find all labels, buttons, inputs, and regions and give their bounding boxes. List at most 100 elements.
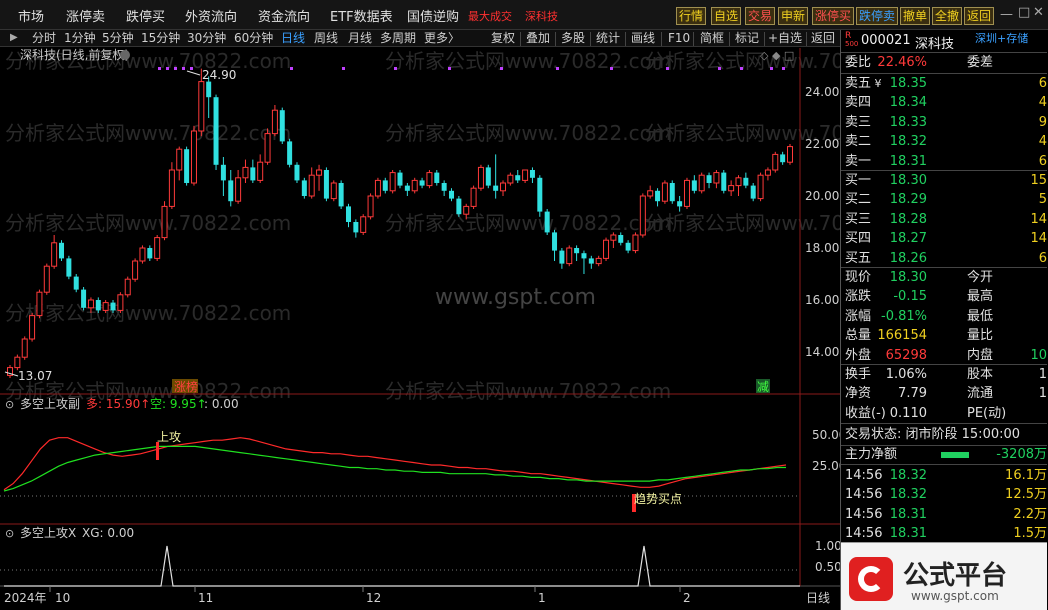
bids-row[interactable]: 买五 18.26 6 xyxy=(845,250,1047,268)
asks-row[interactable]: 卖四 18.34 4 xyxy=(845,94,1047,112)
candle-body[interactable] xyxy=(66,258,72,277)
candle-body[interactable] xyxy=(250,167,256,181)
candle-body[interactable] xyxy=(345,206,351,222)
candle-body[interactable] xyxy=(552,232,558,251)
candle-body[interactable] xyxy=(14,356,21,369)
menu-item-max-turnover[interactable]: 最大成交 xyxy=(468,8,512,24)
play-icon[interactable]: ▶ xyxy=(10,32,18,43)
candle-body[interactable] xyxy=(139,247,146,262)
candle-body[interactable] xyxy=(147,248,153,259)
candle-body[interactable] xyxy=(485,167,491,186)
overlay-button[interactable]: 叠加 xyxy=(526,30,550,47)
asks-row[interactable]: 卖三 18.33 9 xyxy=(845,114,1047,132)
candle-body[interactable] xyxy=(743,177,749,186)
tab-period-5min[interactable]: 5分钟 xyxy=(102,30,134,47)
candle-body[interactable] xyxy=(161,205,168,239)
adjust-button[interactable]: 复权 xyxy=(491,30,515,47)
bids-row[interactable]: 买四 18.27 14 xyxy=(845,230,1047,248)
candle-body[interactable] xyxy=(537,177,543,212)
menu-item-limit-up-sell[interactable]: 涨停卖 xyxy=(66,6,105,25)
menu-item-limit-down-buy[interactable]: 跌停买 xyxy=(126,6,165,25)
candle-body[interactable] xyxy=(588,258,594,264)
bids-row[interactable]: 买二 18.29 5 xyxy=(845,191,1047,209)
bids-row[interactable]: 买三 18.28 14 xyxy=(845,211,1047,229)
candle-body[interactable] xyxy=(367,195,374,218)
candle-body[interactable] xyxy=(330,182,337,200)
indicator2-name[interactable]: 多空上攻X xyxy=(20,526,76,540)
quote-button[interactable]: 行情 xyxy=(676,7,707,25)
candle-body[interactable] xyxy=(463,205,470,215)
candle-body[interactable] xyxy=(353,222,359,233)
cancel-order-button[interactable]: 撤单 xyxy=(900,7,931,25)
candle-body[interactable] xyxy=(220,164,226,181)
candle-body[interactable] xyxy=(287,141,293,165)
candle-body[interactable] xyxy=(721,172,727,191)
candle-body[interactable] xyxy=(566,247,573,265)
candle-body[interactable] xyxy=(713,172,720,184)
stats-row[interactable]: 现价 18.30 今开 xyxy=(845,269,1047,287)
multi-stock-button[interactable]: 多股 xyxy=(561,30,585,47)
candle-body[interactable] xyxy=(639,195,646,236)
candle-body[interactable] xyxy=(190,130,197,184)
candle-body[interactable] xyxy=(728,185,735,192)
candle-body[interactable] xyxy=(382,180,388,191)
tab-period-monthly[interactable]: 月线 xyxy=(348,30,372,47)
candle-body[interactable] xyxy=(124,278,131,296)
menu-item-market[interactable]: 市场 xyxy=(18,6,44,25)
stock-concept-tag[interactable]: 深圳+存储 xyxy=(975,30,1028,46)
tab-period-daily[interactable]: 日线 xyxy=(281,30,305,47)
asks-row[interactable]: 卖一 18.31 6 xyxy=(845,153,1047,171)
candle-body[interactable] xyxy=(757,174,764,200)
indicator1-name[interactable]: 多空上攻副 xyxy=(20,397,80,411)
candle-body[interactable] xyxy=(647,190,654,197)
ticks-row[interactable]: 14:56 18.32 12.5万 xyxy=(845,486,1047,504)
candle-body[interactable] xyxy=(470,187,477,207)
simple-frame-button[interactable]: 简框 xyxy=(700,30,724,47)
candle-body[interactable] xyxy=(36,291,43,317)
candle-body[interactable] xyxy=(595,257,602,265)
candle-body[interactable] xyxy=(154,237,161,259)
candle-body[interactable] xyxy=(59,242,65,259)
candle-body[interactable] xyxy=(706,175,712,183)
candle-body[interactable] xyxy=(780,154,786,163)
candle-body[interactable] xyxy=(29,315,36,340)
watchlist-button[interactable]: 自选 xyxy=(711,7,742,25)
menu-item-foreign-flow[interactable]: 外资流向 xyxy=(185,6,237,25)
candle-body[interactable] xyxy=(507,174,514,184)
ticks-row[interactable]: 14:56 18.31 1.5万 xyxy=(845,525,1047,543)
candle-body[interactable] xyxy=(102,302,109,311)
chart-settings-icon[interactable] xyxy=(120,50,130,60)
ticks-row[interactable]: 14:56 18.31 2.2万 xyxy=(845,506,1047,524)
candle-body[interactable] xyxy=(559,250,565,264)
candle-body[interactable] xyxy=(316,169,323,176)
candle-body[interactable] xyxy=(581,253,587,259)
menu-item-stock-name[interactable]: 深科技 xyxy=(525,8,558,24)
menu-item-repo[interactable]: 国债逆购 xyxy=(407,6,459,25)
candle-body[interactable] xyxy=(198,81,205,132)
candle-body[interactable] xyxy=(242,166,249,179)
stats-row[interactable]: 总量 166154 量比 xyxy=(845,327,1047,345)
draw-line-button[interactable]: 画线 xyxy=(631,30,655,47)
candle-body[interactable] xyxy=(374,179,381,197)
bids-row[interactable]: 买一 18.30 15 xyxy=(845,172,1047,190)
candle-body[interactable] xyxy=(661,182,668,202)
candle-body[interactable] xyxy=(677,201,683,207)
candle-body[interactable] xyxy=(87,299,94,309)
candle-body[interactable] xyxy=(750,185,756,199)
candle-body[interactable] xyxy=(176,148,183,171)
candle-body[interactable] xyxy=(404,185,410,191)
candle-body[interactable] xyxy=(360,216,367,233)
stats2-row[interactable]: 净资 7.79 流通 1 xyxy=(845,385,1047,403)
menu-item-etf-table[interactable]: ETF数据表 xyxy=(330,6,393,25)
candle-body[interactable] xyxy=(43,265,50,293)
candle-body[interactable] xyxy=(574,248,580,254)
stats-row[interactable]: 外盘 65298 内盘 10 xyxy=(845,347,1047,365)
candle-body[interactable] xyxy=(625,242,631,251)
candle-body[interactable] xyxy=(81,289,87,308)
candle-body[interactable] xyxy=(184,149,190,183)
candle-body[interactable] xyxy=(168,169,175,207)
candle-body[interactable] xyxy=(294,164,300,181)
candle-body[interactable] xyxy=(449,190,455,199)
candle-body[interactable] xyxy=(683,179,690,207)
menu-item-capital-flow[interactable]: 资金流向 xyxy=(258,6,310,25)
